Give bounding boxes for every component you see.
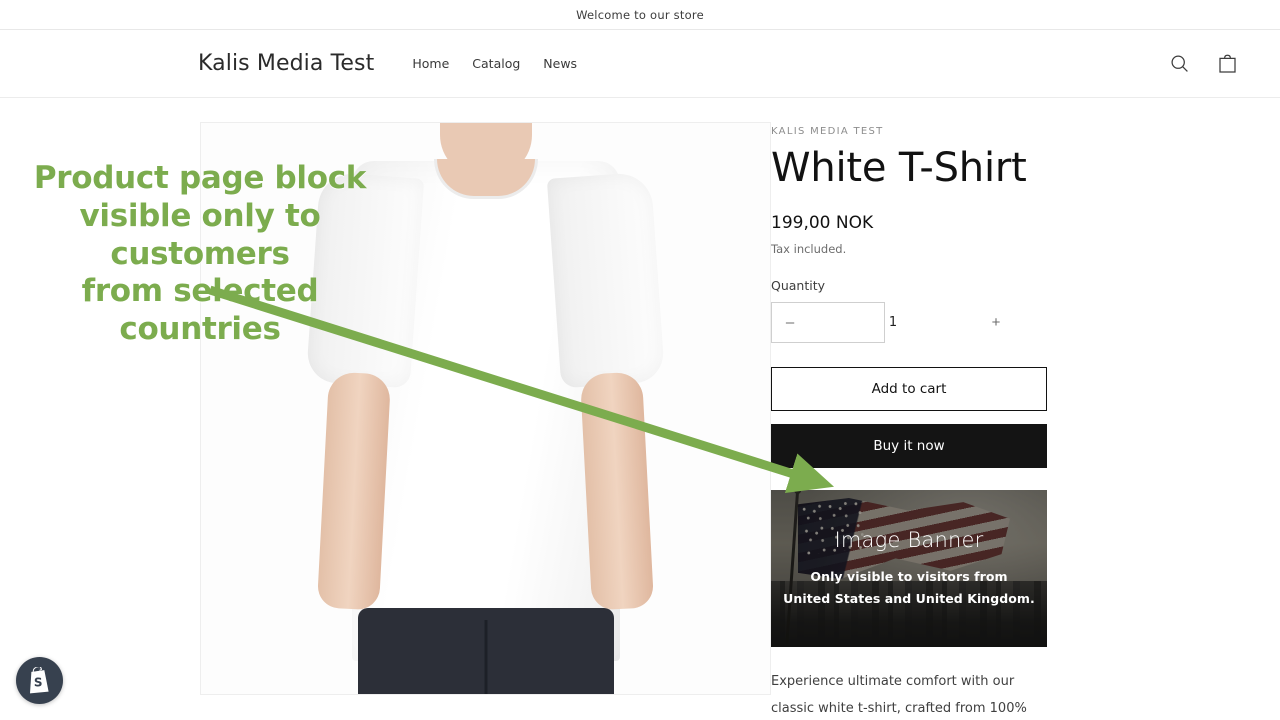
search-button[interactable] [1166, 51, 1192, 77]
store-logo[interactable]: Kalis Media Test [198, 51, 374, 76]
search-icon [1170, 55, 1188, 72]
model-arm-left [316, 371, 392, 611]
header-actions [1166, 51, 1240, 77]
product-main: KALIS MEDIA TEST White T-Shirt 199,00 NO… [0, 98, 1280, 720]
shopify-logo-icon: S [30, 667, 49, 694]
product-media-column [0, 122, 771, 720]
page-title: White T-Shirt [771, 145, 1027, 191]
banner-heading: Image Banner [834, 527, 984, 552]
buy-it-now-button[interactable]: Buy it now [771, 424, 1047, 468]
nav-item-home[interactable]: Home [412, 56, 449, 71]
model-jeans [357, 608, 614, 694]
announcement-bar: Welcome to our store [0, 0, 1280, 30]
product-info-column: KALIS MEDIA TEST White T-Shirt 199,00 NO… [771, 122, 1111, 720]
svg-text:S: S [34, 676, 43, 690]
product-price: 199,00 NOK [771, 213, 874, 233]
shopify-badge-button[interactable]: S [16, 657, 63, 704]
tax-note: Tax included. [771, 242, 847, 256]
quantity-stepper[interactable]: – + [771, 302, 1000, 343]
product-page: Welcome to our store Kalis Media Test Ho… [0, 0, 1280, 720]
add-to-cart-button[interactable]: Add to cart [771, 367, 1047, 411]
shopping-bag-icon [1218, 54, 1236, 73]
model-arm-right [579, 371, 655, 611]
site-header: Kalis Media Test Home Catalog News [0, 30, 1280, 98]
nav-item-catalog[interactable]: Catalog [472, 56, 520, 71]
announcement-text: Welcome to our store [576, 7, 704, 22]
cart-button[interactable] [1214, 51, 1240, 77]
banner-content: Image Banner Only visible to visitors fr… [773, 528, 1045, 610]
quantity-decrease-button[interactable]: – [772, 303, 808, 342]
product-image[interactable] [200, 122, 771, 695]
quantity-label: Quantity [771, 278, 826, 293]
tshirt-sleeve-left [305, 171, 425, 389]
banner-subtext-line2: United States and United Kingdom. [783, 590, 1035, 606]
product-description: Experience ultimate comfort with our cla… [771, 674, 1027, 716]
banner-subtext-line1: Only visible to visitors from [810, 568, 1008, 584]
product-vendor: KALIS MEDIA TEST [771, 126, 884, 137]
main-navigation: Home Catalog News [412, 56, 577, 71]
image-banner-block[interactable]: Image Banner Only visible to visitors fr… [771, 490, 1047, 647]
quantity-input[interactable] [808, 315, 978, 330]
nav-item-news[interactable]: News [543, 56, 577, 71]
quantity-increase-button[interactable]: + [978, 303, 1014, 342]
product-photo-model [201, 123, 770, 694]
tshirt-sleeve-right [546, 171, 666, 389]
